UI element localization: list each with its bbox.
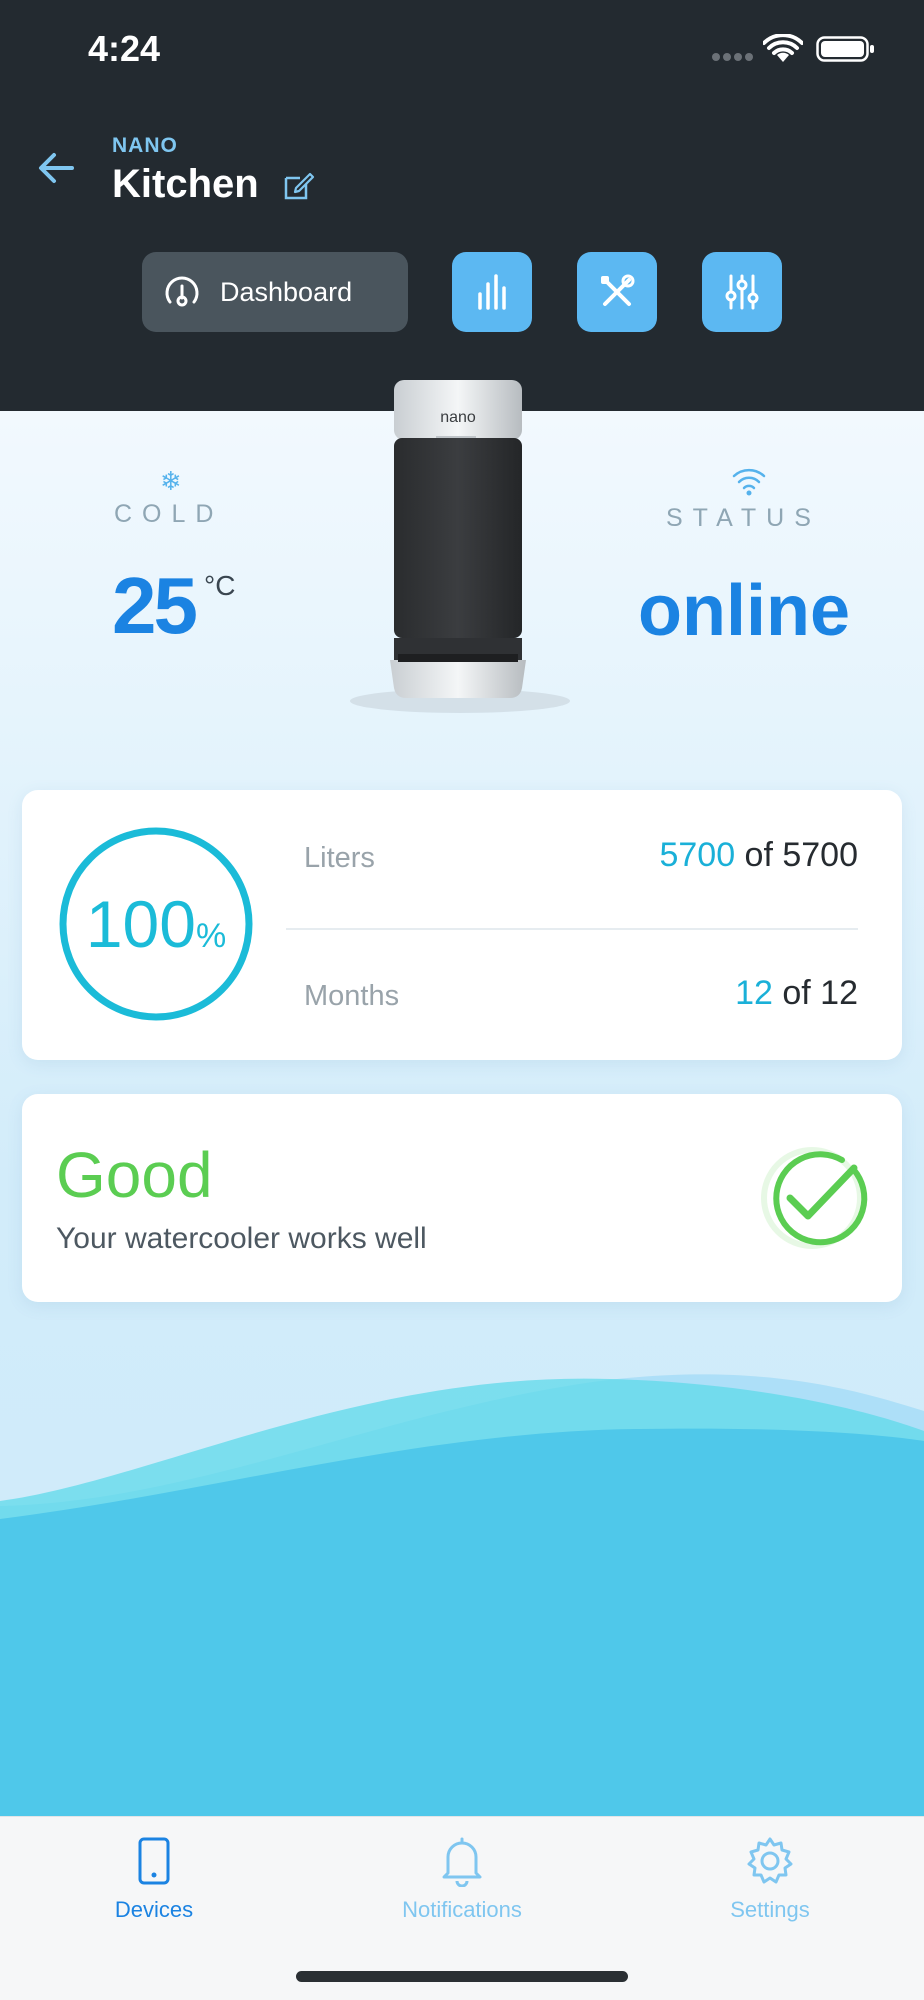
liters-label: Liters bbox=[304, 842, 375, 874]
tab-dashboard[interactable]: Dashboard bbox=[142, 252, 408, 332]
header-bar: 4:24 NANO Kitchen Dashboard bbox=[0, 0, 924, 411]
nav-notifications[interactable]: Notifications bbox=[308, 1817, 616, 1947]
back-button[interactable] bbox=[34, 146, 78, 190]
bell-icon bbox=[442, 1837, 482, 1887]
temperature-value: 25 bbox=[112, 561, 198, 650]
cellular-signal-icon bbox=[712, 53, 753, 61]
health-title: Good bbox=[56, 1139, 213, 1211]
temperature-unit: °C bbox=[204, 570, 236, 601]
health-card: Good Your watercooler works well bbox=[22, 1094, 902, 1302]
device-title: Kitchen bbox=[112, 162, 259, 206]
progress-percent: 100% bbox=[56, 824, 256, 1024]
progress-percent-sign: % bbox=[195, 916, 227, 955]
sliders-icon bbox=[725, 274, 759, 310]
nav-settings[interactable]: Settings bbox=[616, 1817, 924, 1947]
edit-name-button[interactable] bbox=[282, 168, 316, 202]
status-value: online bbox=[638, 571, 850, 651]
liters-total: of 5700 bbox=[735, 836, 858, 874]
status-label: STATUS bbox=[666, 504, 821, 532]
tab-dashboard-label: Dashboard bbox=[220, 276, 353, 307]
nav-notifications-label: Notifications bbox=[402, 1897, 522, 1922]
progress-percent-value: 100 bbox=[85, 887, 196, 961]
snowflake-icon: ❄ bbox=[160, 466, 182, 496]
tab-statistics[interactable] bbox=[452, 252, 532, 332]
brand-label: NANO bbox=[112, 134, 178, 157]
months-total: of 12 bbox=[772, 974, 858, 1012]
usage-card: 100% Liters 5700 of 5700 Months 12 of 12 bbox=[22, 790, 902, 1060]
card-divider bbox=[286, 928, 858, 930]
bar-chart-icon bbox=[478, 274, 506, 310]
svg-text:nano: nano bbox=[440, 409, 476, 426]
liters-value: 5700 of 5700 bbox=[659, 836, 858, 875]
nav-devices[interactable]: Devices bbox=[0, 1817, 308, 1947]
status-time: 4:24 bbox=[88, 28, 161, 69]
check-circle-icon bbox=[761, 1147, 868, 1249]
phone-icon bbox=[138, 1837, 170, 1885]
health-description: Your watercooler works well bbox=[56, 1222, 427, 1255]
home-indicator bbox=[296, 1971, 628, 1982]
wifi-icon bbox=[763, 34, 803, 62]
wifi-status-icon bbox=[732, 468, 766, 496]
gauge-icon bbox=[165, 276, 199, 307]
liters-current: 5700 bbox=[659, 836, 736, 874]
tools-icon bbox=[601, 274, 635, 306]
months-current: 12 bbox=[735, 974, 773, 1012]
months-label: Months bbox=[304, 980, 400, 1012]
nav-devices-label: Devices bbox=[114, 1897, 194, 1922]
tab-settings-controls[interactable] bbox=[702, 252, 782, 332]
months-value: 12 of 12 bbox=[735, 974, 858, 1013]
battery-icon bbox=[816, 36, 874, 62]
watercooler-product-image: nano bbox=[350, 380, 570, 713]
cold-label: COLD bbox=[114, 500, 224, 528]
tab-service[interactable] bbox=[577, 252, 657, 332]
nav-settings-label: Settings bbox=[730, 1897, 810, 1922]
gear-icon bbox=[747, 1837, 793, 1884]
